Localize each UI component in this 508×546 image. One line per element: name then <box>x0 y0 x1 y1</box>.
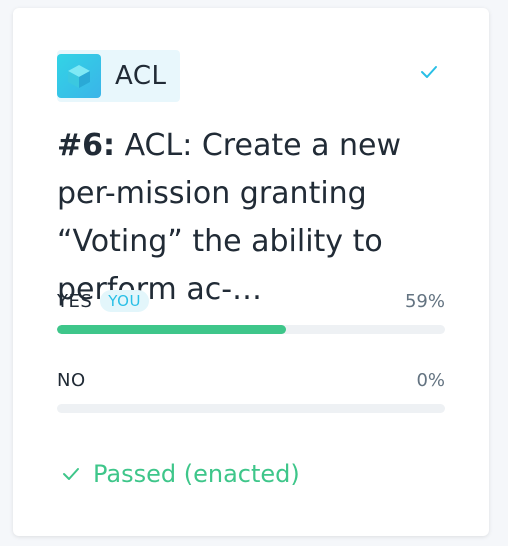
progress-bar-yes <box>57 325 445 334</box>
app-badge: ACL <box>57 50 181 102</box>
status-text: Passed (enacted) <box>93 460 300 488</box>
progress-bar-no <box>57 404 445 413</box>
you-badge: YOU <box>100 290 149 312</box>
progress-fill-yes <box>57 325 286 334</box>
option-yes: YES YOU 59% <box>57 285 445 334</box>
option-label: NO <box>57 369 86 391</box>
check-icon <box>421 66 437 78</box>
option-no: NO 0% <box>57 364 445 413</box>
option-label: YES <box>57 290 93 312</box>
cube-icon <box>57 54 101 98</box>
check-icon <box>63 468 79 480</box>
vote-number: #6: <box>57 128 116 163</box>
vote-card[interactable]: ACL #6: ACL: Create a new per-mission gr… <box>13 8 489 536</box>
option-percent: 59% <box>404 290 445 312</box>
vote-status: Passed (enacted) <box>61 460 300 488</box>
option-percent: 0% <box>416 369 445 391</box>
app-name: ACL <box>115 61 167 91</box>
